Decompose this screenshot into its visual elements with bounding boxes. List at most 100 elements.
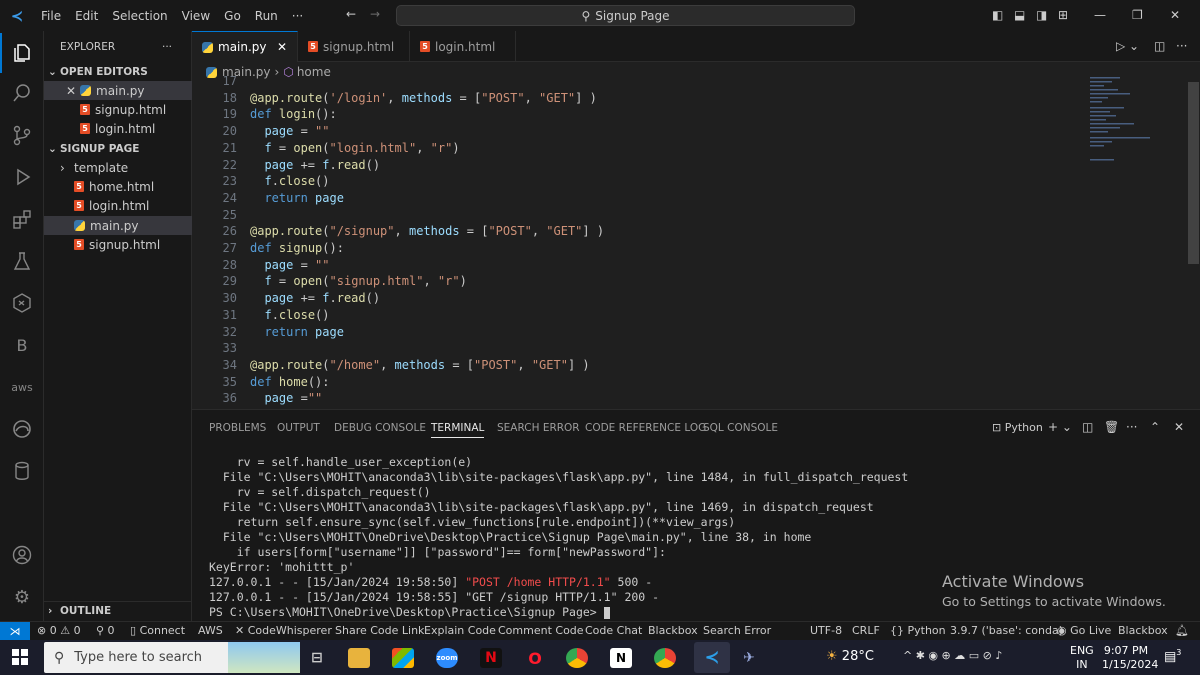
testing-icon[interactable] xyxy=(0,241,44,281)
status-codewhisperer[interactable]: ✕ CodeWhisperer xyxy=(235,624,332,637)
settings-gear-icon[interactable]: ⚙ xyxy=(0,577,44,617)
close-panel-icon[interactable]: ✕ xyxy=(1174,420,1184,434)
split-editor-icon[interactable]: ◫ xyxy=(1154,39,1165,53)
aws-icon[interactable]: aws xyxy=(0,367,44,407)
minimize-icon[interactable]: — xyxy=(1094,8,1106,22)
input-language[interactable]: ENG IN xyxy=(1070,644,1094,672)
tab-code-reference-log[interactable]: CODE REFERENCE LOG xyxy=(585,422,706,434)
code-line[interactable]: f.close() xyxy=(250,308,329,322)
panel-more-icon[interactable]: ··· xyxy=(1126,420,1137,434)
code-line[interactable]: page = "" xyxy=(250,258,329,272)
run-python-icon[interactable]: ▷ ⌄ xyxy=(1116,39,1139,53)
editor-more-icon[interactable]: ··· xyxy=(1176,39,1187,53)
blackbox-icon[interactable]: B xyxy=(0,325,44,365)
breadcrumb-symbol[interactable]: home xyxy=(297,65,331,79)
taskbar-search[interactable]: ⚲ Type here to search xyxy=(44,642,300,673)
ports-count[interactable]: ⚲ 0 xyxy=(96,624,115,637)
menu-file[interactable]: File xyxy=(34,9,68,23)
file-item[interactable]: 5 login.html xyxy=(44,196,192,215)
scrollbar-thumb[interactable] xyxy=(1188,82,1199,264)
close-icon[interactable]: ✕ xyxy=(277,40,287,54)
toggle-secondary-sidebar-icon[interactable]: ◨ xyxy=(1036,8,1047,22)
remote-explorer-icon[interactable] xyxy=(0,283,44,323)
code-line[interactable]: @app.route("/signup", methods = ["POST",… xyxy=(250,224,604,238)
tab-signup-html[interactable]: 5 signup.html xyxy=(298,31,410,62)
menu-run[interactable]: Run xyxy=(248,9,285,23)
app-icon[interactable]: ✈ xyxy=(738,648,760,668)
tab-debug-console[interactable]: DEBUG CONSOLE xyxy=(334,422,426,434)
open-editor-item[interactable]: 5 signup.html xyxy=(44,100,192,119)
zoom-icon[interactable]: zoom xyxy=(436,648,458,668)
run-debug-icon[interactable] xyxy=(0,157,44,197)
file-item[interactable]: 5 home.html xyxy=(44,177,192,196)
status-comment-code[interactable]: Comment Code xyxy=(498,624,584,637)
vscode-taskbar-icon[interactable]: ≺ xyxy=(694,642,730,673)
code-line[interactable]: page += f.read() xyxy=(250,158,380,172)
status-go-live[interactable]: ◉ Go Live xyxy=(1057,624,1111,637)
close-icon[interactable]: ✕ xyxy=(66,84,80,98)
menu-selection[interactable]: Selection xyxy=(105,9,174,23)
explorer-icon[interactable] xyxy=(0,33,44,73)
tab-output[interactable]: OUTPUT xyxy=(277,422,320,434)
notification-center-icon[interactable]: ▤3 xyxy=(1164,648,1181,664)
problems-count[interactable]: ⊗ 0 ⚠ 0 xyxy=(37,624,81,637)
clock[interactable]: 9:07 PM 1/15/2024 xyxy=(1102,644,1158,672)
netflix-icon[interactable]: N xyxy=(480,648,502,668)
minimap[interactable] xyxy=(1085,75,1185,195)
toggle-panel-icon[interactable]: ⬓ xyxy=(1014,8,1025,22)
split-terminal-icon[interactable]: ◫ xyxy=(1082,420,1093,434)
status-encoding[interactable]: UTF-8 xyxy=(810,624,842,637)
tab-main-py[interactable]: main.py ✕ xyxy=(192,31,298,62)
search-view-icon[interactable] xyxy=(0,73,44,113)
open-editor-item[interactable]: ✕ main.py xyxy=(44,81,192,100)
file-explorer-icon[interactable] xyxy=(348,648,370,668)
tab-search-error[interactable]: SEARCH ERROR xyxy=(497,422,580,434)
status-blackbox-right[interactable]: Blackbox xyxy=(1118,624,1168,637)
trash-icon[interactable]: 🗑 xyxy=(1104,420,1119,434)
code-editor[interactable]: 17 18 @app.route('/login', methods = ["POS… xyxy=(192,74,1072,409)
menu-go[interactable]: Go xyxy=(217,9,248,23)
status-eol[interactable]: CRLF xyxy=(852,624,880,637)
code-line[interactable]: page ="" xyxy=(250,391,322,405)
windows-start-icon[interactable] xyxy=(12,649,28,668)
edge-devtools-icon[interactable] xyxy=(0,409,44,449)
code-line[interactable]: @app.route("/home", methods = ["POST", "… xyxy=(250,358,590,372)
code-line[interactable]: def home(): xyxy=(250,375,330,389)
account-icon[interactable] xyxy=(0,535,44,575)
status-aws[interactable]: AWS xyxy=(198,624,223,637)
terminal-profile[interactable]: ⊡ Python xyxy=(992,421,1043,434)
status-interpreter[interactable]: 3.9.7 ('base': conda) xyxy=(950,624,1063,637)
extensions-icon[interactable] xyxy=(0,199,44,239)
command-center[interactable]: ⚲ Signup Page xyxy=(396,5,855,26)
tab-problems[interactable]: PROBLEMS xyxy=(209,422,266,434)
status-blackbox[interactable]: Blackbox xyxy=(648,624,698,637)
code-line[interactable]: return page xyxy=(250,325,344,339)
menu-edit[interactable]: Edit xyxy=(68,9,105,23)
menu-view[interactable]: View xyxy=(175,9,217,23)
code-line[interactable]: f = open("login.html", "r") xyxy=(250,141,459,155)
forward-arrow-icon[interactable]: → xyxy=(370,7,380,21)
chrome-profile-icon[interactable] xyxy=(654,648,676,668)
menu-more[interactable]: ··· xyxy=(285,9,310,23)
status-connect[interactable]: ▯ Connect xyxy=(130,624,185,637)
open-editor-item[interactable]: 5 login.html xyxy=(44,119,192,138)
explorer-more-icon[interactable]: ··· xyxy=(162,41,172,53)
restore-icon[interactable]: ❐ xyxy=(1132,8,1143,22)
workspace-folder-header[interactable]: ⌄ SIGNUP PAGE xyxy=(44,139,192,158)
outline-header[interactable]: › OUTLINE xyxy=(44,601,192,620)
tab-terminal[interactable]: TERMINAL xyxy=(431,422,485,438)
file-item[interactable]: 5 signup.html xyxy=(44,235,192,254)
code-line[interactable]: page = "" xyxy=(250,124,329,138)
new-terminal-icon[interactable]: + ⌄ xyxy=(1048,420,1072,434)
microsoft-store-icon[interactable] xyxy=(392,648,414,668)
status-code-chat[interactable]: Code Chat xyxy=(585,624,642,637)
tab-sql-console[interactable]: SQL CONSOLE xyxy=(703,422,778,434)
open-editors-header[interactable]: ⌄ OPEN EDITORS xyxy=(44,62,192,81)
notion-icon[interactable]: N xyxy=(610,648,632,668)
close-window-icon[interactable]: ✕ xyxy=(1170,8,1180,22)
status-language[interactable]: {} Python xyxy=(890,624,946,637)
bell-icon[interactable]: 🔔︎ xyxy=(1175,624,1189,637)
code-line[interactable]: page += f.read() xyxy=(250,291,380,305)
code-line[interactable]: def login(): xyxy=(250,107,337,121)
code-line[interactable]: def signup(): xyxy=(250,241,344,255)
